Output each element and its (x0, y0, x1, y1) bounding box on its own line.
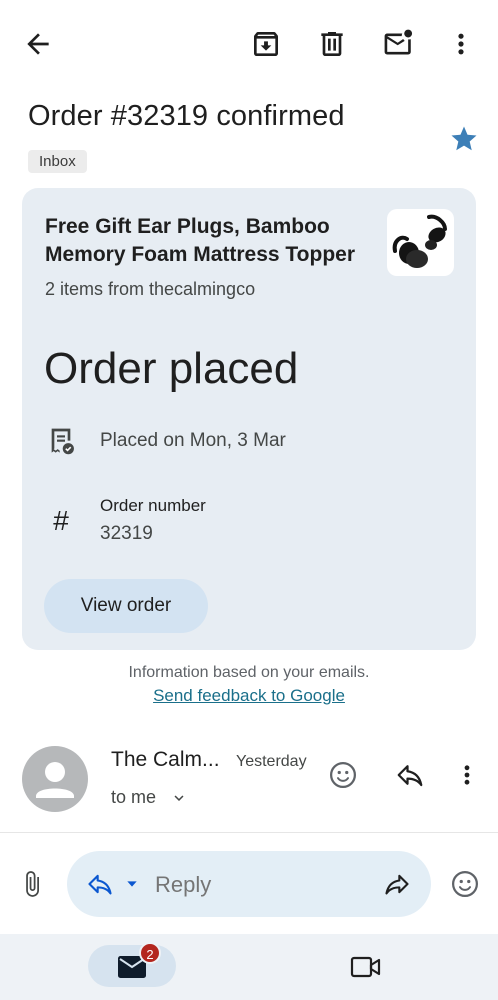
reply-options-chevron-icon[interactable] (124, 876, 140, 892)
archive-icon[interactable] (250, 28, 282, 60)
chevron-down-icon[interactable] (170, 789, 188, 807)
delete-icon[interactable] (316, 28, 348, 60)
order-number-value: 32319 (100, 523, 153, 544)
reply-icon[interactable] (395, 760, 425, 790)
mark-unread-icon[interactable] (382, 28, 416, 60)
product-subtitle: 2 items from thecalmingco (45, 279, 256, 299)
forward-icon[interactable] (382, 870, 412, 898)
more-vert-icon[interactable] (455, 760, 479, 790)
reply-placeholder[interactable]: Reply (155, 872, 211, 898)
info-text: Information based on your emails. (128, 664, 370, 681)
order-status-heading: Order placed (44, 344, 299, 393)
order-number-label: Order number (100, 496, 206, 515)
placed-date: Placed on Mon, 3 Mar (100, 430, 286, 451)
avatar[interactable] (22, 746, 88, 812)
recipient-details[interactable]: to me (111, 787, 156, 808)
reply-box[interactable] (67, 851, 431, 917)
divider (0, 832, 498, 833)
email-subject: Order #32319 confirmed (28, 100, 345, 132)
inbox-label-chip[interactable]: Inbox (28, 150, 87, 173)
more-vert-icon[interactable] (448, 28, 474, 60)
attach-icon[interactable] (18, 868, 46, 900)
reply-icon[interactable] (86, 870, 114, 898)
product-title: Free Gift Ear Plugs, Bamboo Memory Foam … (45, 215, 356, 266)
feedback-link-row: Send feedback to Google (0, 686, 498, 706)
send-feedback-link[interactable]: Send feedback to Google (153, 686, 345, 705)
video-icon[interactable] (350, 954, 382, 980)
emoji-icon[interactable] (450, 869, 480, 899)
unread-count-badge: 2 (139, 942, 161, 964)
star-icon[interactable] (449, 124, 479, 154)
receipt-icon (45, 426, 77, 458)
product-thumbnail (387, 209, 454, 276)
hash-icon: # (53, 505, 69, 536)
sender-name[interactable]: The Calm... (111, 748, 220, 772)
message-time: Yesterday (236, 753, 307, 770)
bottom-navigation (0, 934, 498, 1000)
back-arrow-icon[interactable] (22, 28, 54, 60)
view-order-button[interactable]: View order (44, 579, 208, 633)
emoji-icon[interactable] (328, 760, 358, 790)
